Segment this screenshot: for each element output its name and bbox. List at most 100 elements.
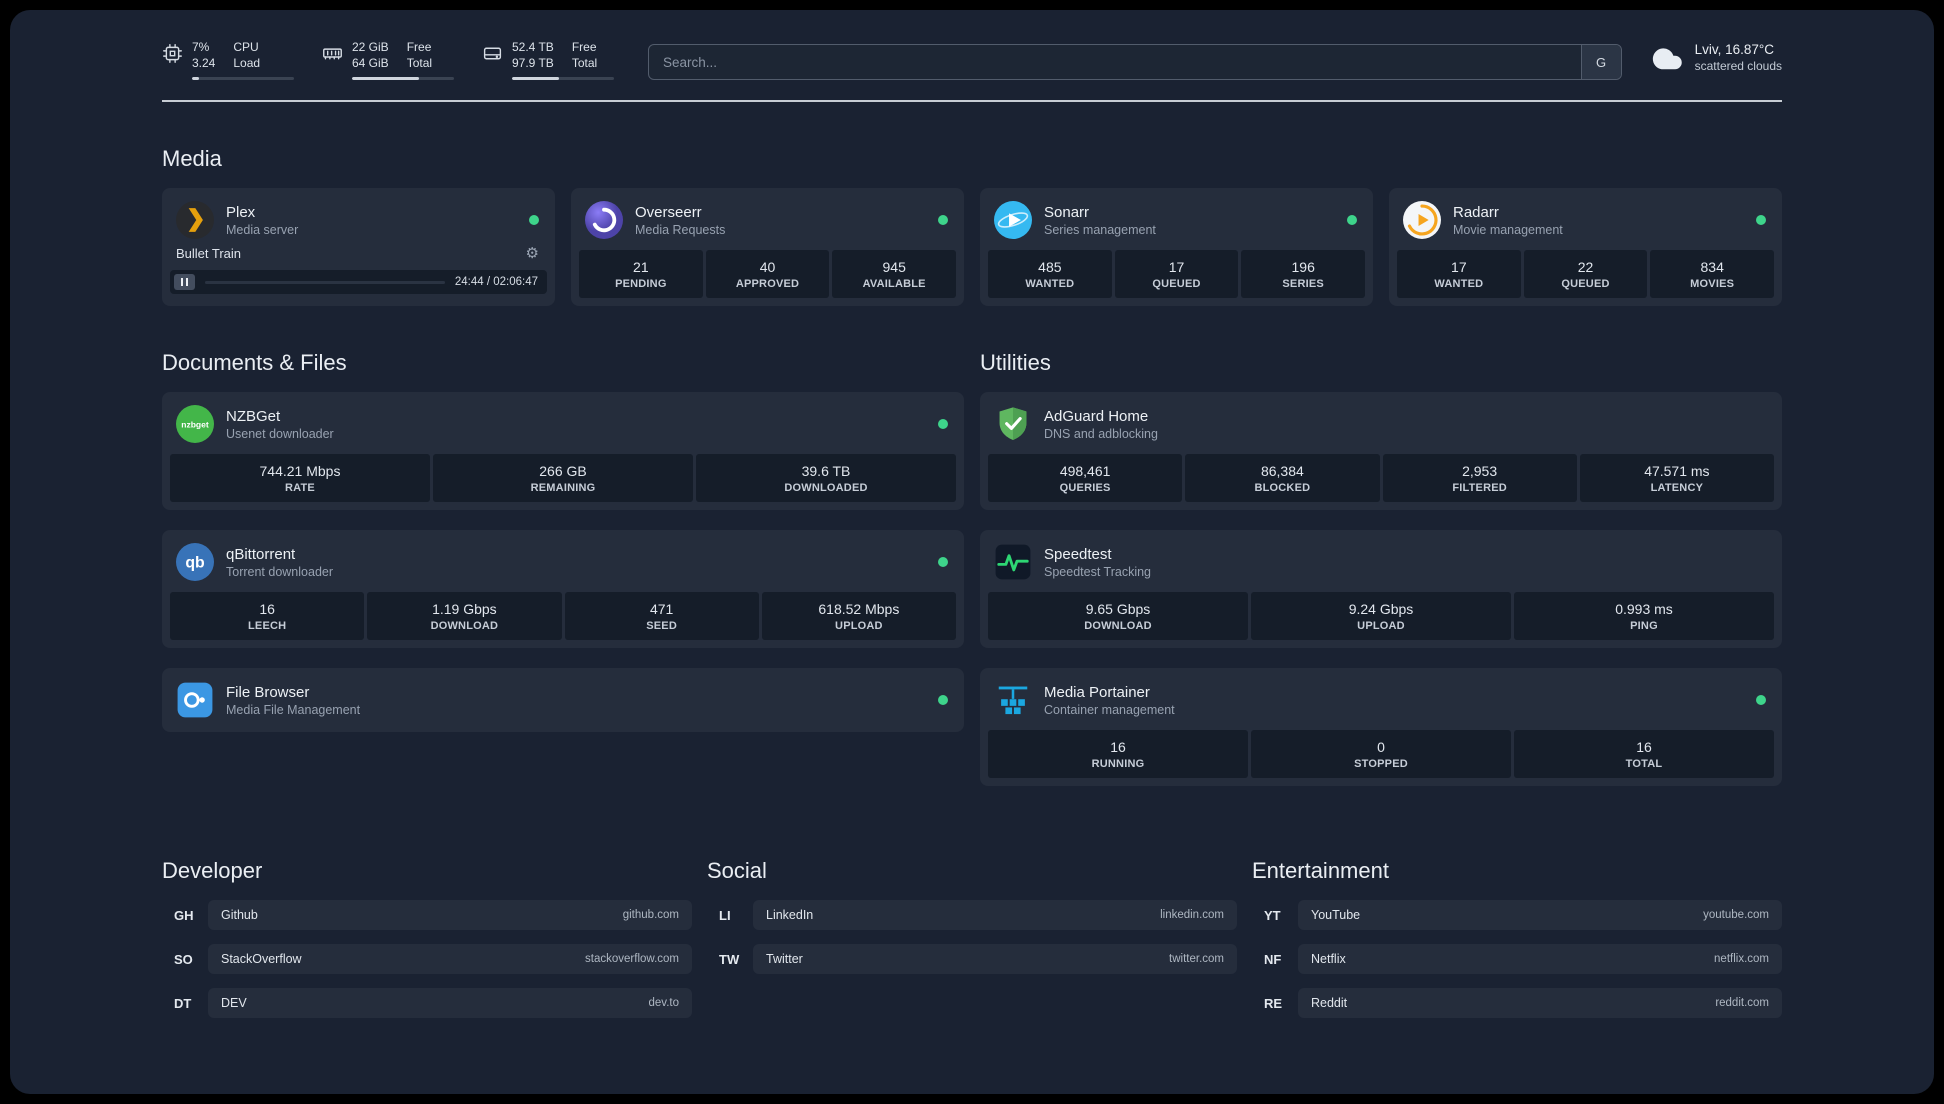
bookmark-link-netflix[interactable]: Netflix netflix.com <box>1298 944 1782 975</box>
disk-free-value: 52.4 TB <box>512 40 554 54</box>
filebrowser-name: File Browser <box>226 683 310 701</box>
memory-icon <box>323 48 342 60</box>
stat-block: 9.65 Gbps DOWNLOAD <box>988 592 1248 641</box>
disk-total-label: Total <box>571 55 598 70</box>
stat-label: APPROVED <box>735 278 800 291</box>
stat-block: 40 APPROVED <box>705 250 830 299</box>
stat-block: 485 WANTED <box>988 250 1112 299</box>
memory-total-label: Total <box>406 55 433 70</box>
stat-value: 16 <box>259 601 275 618</box>
stat-value: 17 <box>1168 259 1185 276</box>
svg-text:qb: qb <box>185 555 205 572</box>
bookmark-abbr: LI <box>719 907 731 923</box>
bookmark-domain: stackoverflow.com <box>585 953 679 966</box>
dashboard: 7% 3.24 CPU Load 22 GiB 64 GiB Free Tota… <box>10 10 1934 1094</box>
media-grid: Plex Media server Bullet Train ⚙ 24:44 /… <box>162 188 1782 307</box>
header-divider <box>162 100 1782 103</box>
overseerr-name: Overseerr <box>635 203 702 221</box>
plex-now-playing-row: Bullet Train ⚙ <box>170 244 547 270</box>
bookmark-link-linkedin[interactable]: LinkedIn linkedin.com <box>753 900 1237 931</box>
stat-block: 47.571 ms LATENCY <box>1579 454 1774 503</box>
plex-seek-track[interactable] <box>205 280 445 284</box>
radarr-subtitle: Movie management <box>1453 222 1563 237</box>
stat-block: 266 GB REMAINING <box>433 454 693 503</box>
weather-location: Lviv, 16.87°C <box>1694 42 1775 57</box>
nzbget-link[interactable]: nzbget NZBGet Usenet downloader <box>170 400 956 454</box>
stat-block: 21 PENDING <box>579 250 703 299</box>
stat-label: LEECH <box>247 620 287 633</box>
speedtest-link[interactable]: Speedtest Speedtest Tracking <box>988 538 1774 592</box>
bookmark-domain: youtube.com <box>1703 909 1769 922</box>
speedtest-card: Speedtest Speedtest Tracking 9.65 Gbps D… <box>980 530 1782 649</box>
section-title-developer: Developer <box>162 858 263 884</box>
stat-value: 618.52 Mbps <box>818 601 900 618</box>
stat-value: 498,461 <box>1059 463 1111 480</box>
stat-label: QUEUED <box>1561 278 1610 291</box>
stat-block: 22 QUEUED <box>1523 250 1648 299</box>
radarr-link[interactable]: Radarr Movie management <box>1397 196 1774 250</box>
bookmark-name: Netflix <box>1311 952 1346 967</box>
stat-label: TOTAL <box>1625 758 1663 771</box>
plex-now-playing: Bullet Train <box>176 245 242 261</box>
search-bar: G <box>648 44 1622 80</box>
filebrowser-card: File Browser Media File Management <box>162 668 964 733</box>
bookmark-row: DT DEV dev.to <box>162 988 692 1019</box>
bookmark-link-dev[interactable]: DEV dev.to <box>208 988 692 1019</box>
stat-value: 47.571 ms <box>1644 463 1710 480</box>
bookmarks-social: Social LI LinkedIn linkedin.com TW Twitt… <box>707 858 1237 1032</box>
speedtest-stats: 9.65 Gbps DOWNLOAD 9.24 Gbps UPLOAD 0.99… <box>988 592 1774 641</box>
stat-label: AVAILABLE <box>862 278 926 291</box>
bookmark-link-youtube[interactable]: YouTube youtube.com <box>1298 900 1782 931</box>
search-provider-button[interactable]: G <box>1580 45 1621 79</box>
stat-label: PING <box>1630 620 1658 633</box>
stat-value: 22 <box>1577 259 1594 276</box>
sonarr-card: Sonarr Series management 485 WANTED 17 Q… <box>980 188 1373 307</box>
bookmark-link-stackoverflow[interactable]: StackOverflow stackoverflow.com <box>208 944 692 975</box>
qbittorrent-status-dot <box>938 557 948 568</box>
qbittorrent-link[interactable]: qb qBittorrent Torrent downloader <box>170 538 956 592</box>
radarr-status-dot <box>1756 215 1766 226</box>
portainer-icon <box>994 681 1032 719</box>
cpu-load-value: 3.24 <box>192 55 216 70</box>
stat-value: 945 <box>882 259 906 276</box>
stat-value: 744.21 Mbps <box>259 463 341 480</box>
portainer-subtitle: Container management <box>1044 702 1175 717</box>
stat-label: DOWNLOAD <box>430 620 499 633</box>
bookmark-domain: github.com <box>622 909 679 922</box>
plex-link[interactable]: Plex Media server <box>170 196 547 244</box>
sonarr-link[interactable]: Sonarr Series management <box>988 196 1365 250</box>
adguard-link[interactable]: AdGuard Home DNS and adblocking <box>988 400 1774 454</box>
section-title-utilities: Utilities <box>980 350 1051 376</box>
stat-label: RUNNING <box>1091 758 1145 771</box>
search-input[interactable] <box>648 44 1622 80</box>
stat-block: 744.21 Mbps RATE <box>170 454 430 503</box>
nzbget-status-dot <box>938 419 948 430</box>
overseerr-status-dot <box>938 215 948 226</box>
filebrowser-link[interactable]: File Browser Media File Management <box>170 676 956 724</box>
stat-block: 618.52 Mbps UPLOAD <box>761 592 956 641</box>
bookmark-link-reddit[interactable]: Reddit reddit.com <box>1298 988 1782 1019</box>
stat-block: 945 AVAILABLE <box>832 250 957 299</box>
portainer-link[interactable]: Media Portainer Container management <box>988 676 1774 730</box>
pause-button[interactable] <box>174 274 195 291</box>
bookmark-abbr: NF <box>1264 951 1282 967</box>
bookmark-domain: dev.to <box>648 997 679 1010</box>
stat-value: 9.65 Gbps <box>1085 601 1151 618</box>
sonarr-icon <box>994 201 1032 240</box>
radarr-icon <box>1403 201 1441 240</box>
gear-icon[interactable]: ⚙ <box>526 244 539 262</box>
bookmark-link-twitter[interactable]: Twitter twitter.com <box>753 944 1237 975</box>
overseerr-link[interactable]: Overseerr Media Requests <box>579 196 956 250</box>
section-title-entertainment: Entertainment <box>1252 858 1389 884</box>
section-title-documents: Documents & Files <box>162 350 347 376</box>
weather-widget: Lviv, 16.87°C scattered clouds <box>1648 42 1782 73</box>
stat-label: RATE <box>285 482 315 495</box>
bookmark-link-github[interactable]: Github github.com <box>208 900 692 931</box>
bookmark-abbr: GH <box>174 907 194 923</box>
disk-free-label: Free <box>571 40 597 54</box>
overseerr-icon <box>585 201 623 240</box>
stat-block: 86,384 BLOCKED <box>1185 454 1380 503</box>
stat-block: 39.6 TB DOWNLOADED <box>696 454 956 503</box>
overseerr-stats: 21 PENDING 40 APPROVED 945 AVAILABLE <box>579 250 957 299</box>
qbittorrent-subtitle: Torrent downloader <box>226 564 334 579</box>
